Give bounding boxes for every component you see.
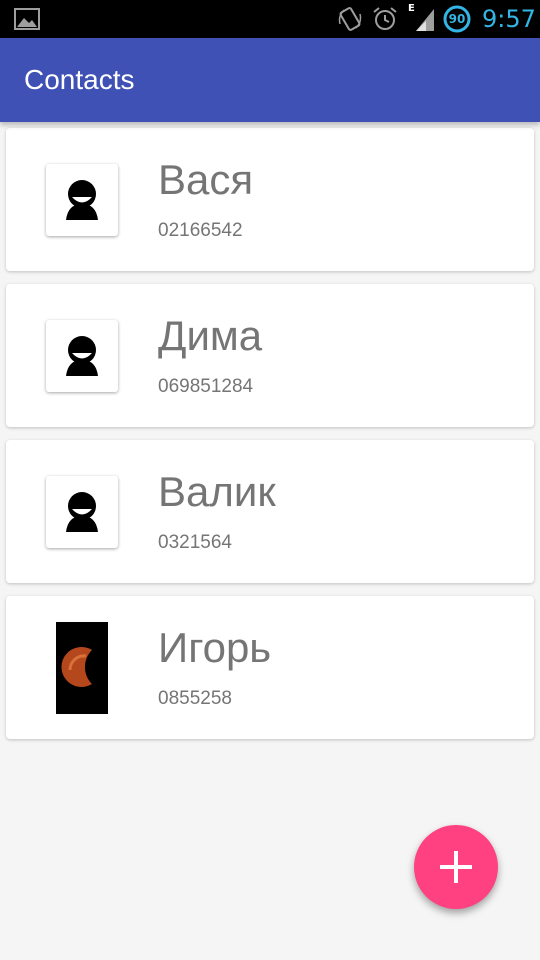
page-title: Contacts — [24, 64, 135, 95]
network-type-label: E — [408, 3, 415, 14]
battery-level: 90 — [448, 12, 466, 26]
contact-card[interactable]: Вася 02166542 — [6, 128, 534, 271]
app-bar: Contacts — [0, 38, 540, 122]
add-contact-button[interactable] — [414, 825, 498, 909]
contact-card[interactable]: Валик 0321564 — [6, 440, 534, 583]
status-clock: 9:57 — [482, 5, 536, 33]
contact-phone: 0321564 — [158, 532, 232, 553]
moon-photo — [56, 622, 108, 714]
gallery-icon — [14, 8, 40, 30]
contact-avatar — [46, 164, 118, 236]
contact-phone: 02166542 — [158, 220, 243, 241]
default-avatar-icon — [66, 492, 98, 532]
contact-card[interactable]: Дима 069851284 — [6, 284, 534, 427]
status-bar: E 90 9:57 — [0, 0, 540, 38]
contact-name: Вася — [158, 156, 254, 203]
default-avatar-icon — [66, 336, 98, 376]
contact-name: Игорь — [158, 624, 272, 671]
contact-card[interactable]: Игорь 0855258 — [6, 596, 534, 739]
contact-phone: 0855258 — [158, 688, 232, 709]
contact-name: Дима — [158, 312, 263, 359]
rotate-icon — [338, 7, 362, 31]
contact-phone: 069851284 — [158, 376, 254, 397]
plus-icon — [440, 851, 472, 883]
contact-avatar — [46, 320, 118, 392]
alarm-icon — [373, 7, 397, 30]
contact-name: Валик — [158, 468, 276, 515]
default-avatar-icon — [66, 180, 98, 220]
contact-photo — [56, 622, 108, 714]
contact-avatar — [46, 476, 118, 548]
